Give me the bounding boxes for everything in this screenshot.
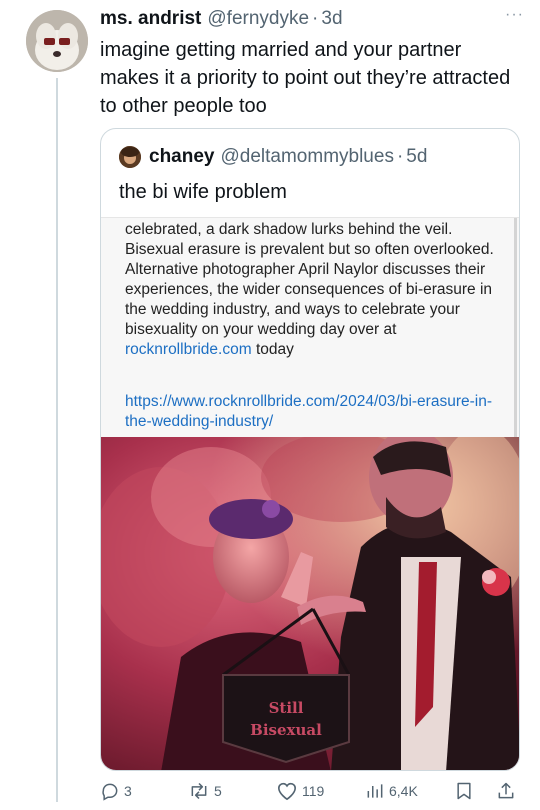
author-name[interactable]: ms. andrist: [100, 8, 201, 30]
separator-dot: ·: [396, 146, 404, 167]
tweet-text: imagine getting married and your partner…: [100, 39, 511, 117]
wedding-photo[interactable]: Still Bisexual: [101, 437, 519, 770]
repost-icon: [191, 782, 207, 800]
share-icon: [498, 782, 514, 799]
quote-author-handle[interactable]: @deltamommyblues: [220, 146, 393, 168]
reply-icon: [102, 783, 118, 801]
views-button[interactable]: 6,4K: [365, 776, 418, 806]
bookmark-button[interactable]: [454, 776, 478, 806]
heart-icon: [277, 782, 297, 801]
views-count: 6,4K: [389, 783, 418, 799]
reply-count: 3: [124, 783, 132, 799]
tweet-header: ms. andrist @fernydyke · 3d: [100, 6, 343, 32]
separator-dot: ·: [312, 8, 319, 29]
wedding-photo-image: Still Bisexual: [101, 437, 519, 770]
dog-avatar-image: [26, 10, 88, 72]
person-avatar-image: [119, 146, 141, 168]
share-button[interactable]: [496, 776, 520, 806]
like-button[interactable]: 119: [276, 776, 324, 806]
quote-text: the bi wife problem: [119, 181, 287, 203]
action-bar: 3 5 119 6,4K: [100, 776, 520, 806]
repost-count: 5: [214, 783, 222, 799]
screenshot-scrollbar: [514, 218, 517, 442]
banner-text-line2: Bisexual: [250, 721, 322, 739]
screenshot-url-link[interactable]: https://www.rocknrollbride.com/2024/03/b…: [125, 392, 505, 432]
quote-author-avatar[interactable]: [119, 146, 141, 168]
thread-line: [56, 78, 58, 802]
repost-button[interactable]: 5: [188, 776, 222, 806]
banner-text-line1: Still: [269, 699, 304, 717]
more-options-icon[interactable]: ···: [505, 6, 524, 24]
screenshot-body-text: celebrated, a dark shadow lurks behind t…: [125, 221, 494, 358]
tweet-timestamp[interactable]: 3d: [321, 8, 342, 30]
quote-timestamp[interactable]: 5d: [406, 146, 427, 168]
quoted-tweet[interactable]: chaney @deltamommyblues · 5d the bi wife…: [100, 128, 520, 771]
like-count: 119: [302, 783, 325, 799]
author-handle[interactable]: @fernydyke: [207, 8, 309, 30]
reply-button[interactable]: 3: [100, 776, 132, 806]
bookmark-icon: [457, 782, 471, 800]
quote-header: chaney @deltamommyblues · 5d: [119, 145, 427, 169]
views-icon: [367, 784, 383, 798]
author-avatar[interactable]: [26, 10, 88, 72]
screenshot-domain-link[interactable]: rocknrollbride.com: [125, 341, 252, 358]
quote-author-name[interactable]: chaney: [149, 146, 214, 168]
